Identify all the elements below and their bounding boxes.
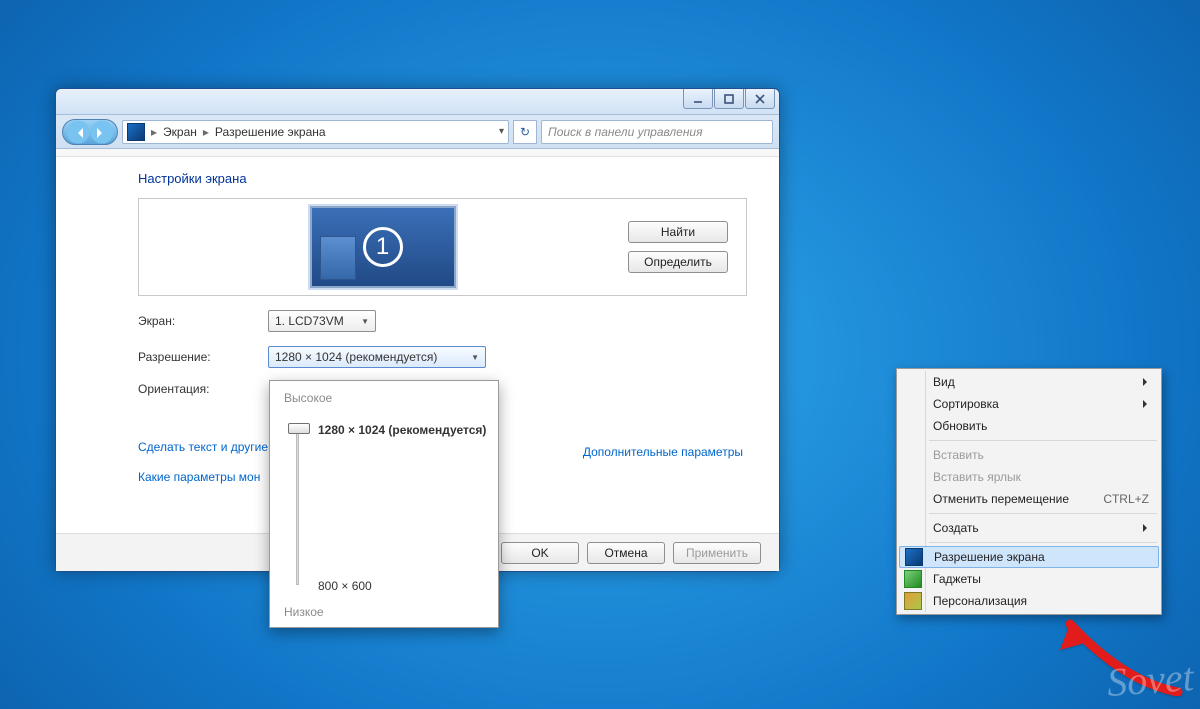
personalize-icon: [904, 592, 922, 610]
chevron-right-icon: ▸: [151, 125, 157, 139]
ctx-paste: Вставить: [899, 444, 1159, 466]
control-panel-icon: [127, 123, 145, 141]
gadgets-icon: [904, 570, 922, 588]
separator: [929, 513, 1157, 514]
slider-top-value: 1280 × 1024 (рекомендуется): [318, 423, 486, 437]
chevron-down-icon[interactable]: ▾: [499, 126, 504, 137]
minimize-button[interactable]: [683, 89, 713, 109]
slider-high-caption: Высокое: [284, 391, 484, 405]
chevron-right-icon: [1143, 524, 1151, 532]
resolution-dropdown[interactable]: 1280 × 1024 (рекомендуется) ▼: [268, 346, 486, 368]
ctx-view[interactable]: Вид: [899, 371, 1159, 393]
ctx-personalize[interactable]: Персонализация: [899, 590, 1159, 612]
ctx-screen-resolution[interactable]: Разрешение экрана: [899, 546, 1159, 568]
advanced-settings-link[interactable]: Дополнительные параметры: [583, 445, 743, 459]
page-title: Настройки экрана: [138, 171, 747, 186]
slider-bottom-value: 800 × 600: [318, 579, 372, 593]
resolution-label: Разрешение:: [138, 350, 268, 364]
resolution-value: 1280 × 1024 (рекомендуется): [275, 350, 437, 364]
ctx-undo-move[interactable]: Отменить перемещениеCTRL+Z: [899, 488, 1159, 510]
search-placeholder: Поиск в панели управления: [548, 125, 703, 139]
menubar: [56, 149, 779, 157]
separator: [929, 542, 1157, 543]
chevron-right-icon: ▸: [203, 125, 209, 139]
monitor-preview-area: 1 Найти Определить: [138, 198, 747, 296]
annotation-arrow: [1054, 612, 1184, 696]
ctx-gadgets[interactable]: Гаджеты: [899, 568, 1159, 590]
monitor-thumbnail[interactable]: 1: [310, 206, 456, 288]
slider-track[interactable]: [296, 429, 299, 585]
monitor-number: 1: [363, 227, 403, 267]
slider-low-caption: Низкое: [284, 605, 324, 619]
maximize-button[interactable]: [714, 89, 744, 109]
chevron-right-icon: [1143, 400, 1151, 408]
chevron-down-icon: ▼: [361, 317, 369, 326]
screen-dropdown[interactable]: 1. LCD73VM ▼: [268, 310, 376, 332]
breadcrumb[interactable]: ▸ Экран ▸ Разрешение экрана ▾: [122, 120, 509, 144]
desktop-context-menu: Вид Сортировка Обновить Вставить Вставит…: [896, 368, 1162, 615]
breadcrumb-root[interactable]: Экран: [163, 125, 197, 139]
chevron-down-icon: ▼: [471, 353, 479, 362]
search-input[interactable]: Поиск в панели управления: [541, 120, 773, 144]
chevron-right-icon: [1143, 378, 1151, 386]
separator: [929, 440, 1157, 441]
cancel-button[interactable]: Отмена: [587, 542, 665, 564]
shortcut-label: CTRL+Z: [1103, 492, 1149, 506]
ctx-paste-shortcut: Вставить ярлык: [899, 466, 1159, 488]
ok-button[interactable]: OK: [501, 542, 579, 564]
watermark: Sovet: [1106, 653, 1196, 706]
ctx-create[interactable]: Создать: [899, 517, 1159, 539]
orientation-label: Ориентация:: [138, 382, 268, 396]
ctx-refresh[interactable]: Обновить: [899, 415, 1159, 437]
addressbar: ▸ Экран ▸ Разрешение экрана ▾ ↻ Поиск в …: [56, 115, 779, 149]
resolution-slider-popup: Высокое 1280 × 1024 (рекомендуется) 800 …: [269, 380, 499, 628]
titlebar[interactable]: [56, 89, 779, 115]
breadcrumb-current[interactable]: Разрешение экрана: [215, 125, 326, 139]
ctx-sort[interactable]: Сортировка: [899, 393, 1159, 415]
apply-button[interactable]: Применить: [673, 542, 761, 564]
monitor-icon: [905, 548, 923, 566]
nav-back-forward[interactable]: [62, 119, 118, 145]
slider-thumb[interactable]: [288, 423, 310, 434]
identify-button[interactable]: Определить: [628, 251, 728, 273]
close-button[interactable]: [745, 89, 775, 109]
refresh-button[interactable]: ↻: [513, 120, 537, 144]
screen-label: Экран:: [138, 314, 268, 328]
detect-button[interactable]: Найти: [628, 221, 728, 243]
screen-value: 1. LCD73VM: [275, 314, 344, 328]
